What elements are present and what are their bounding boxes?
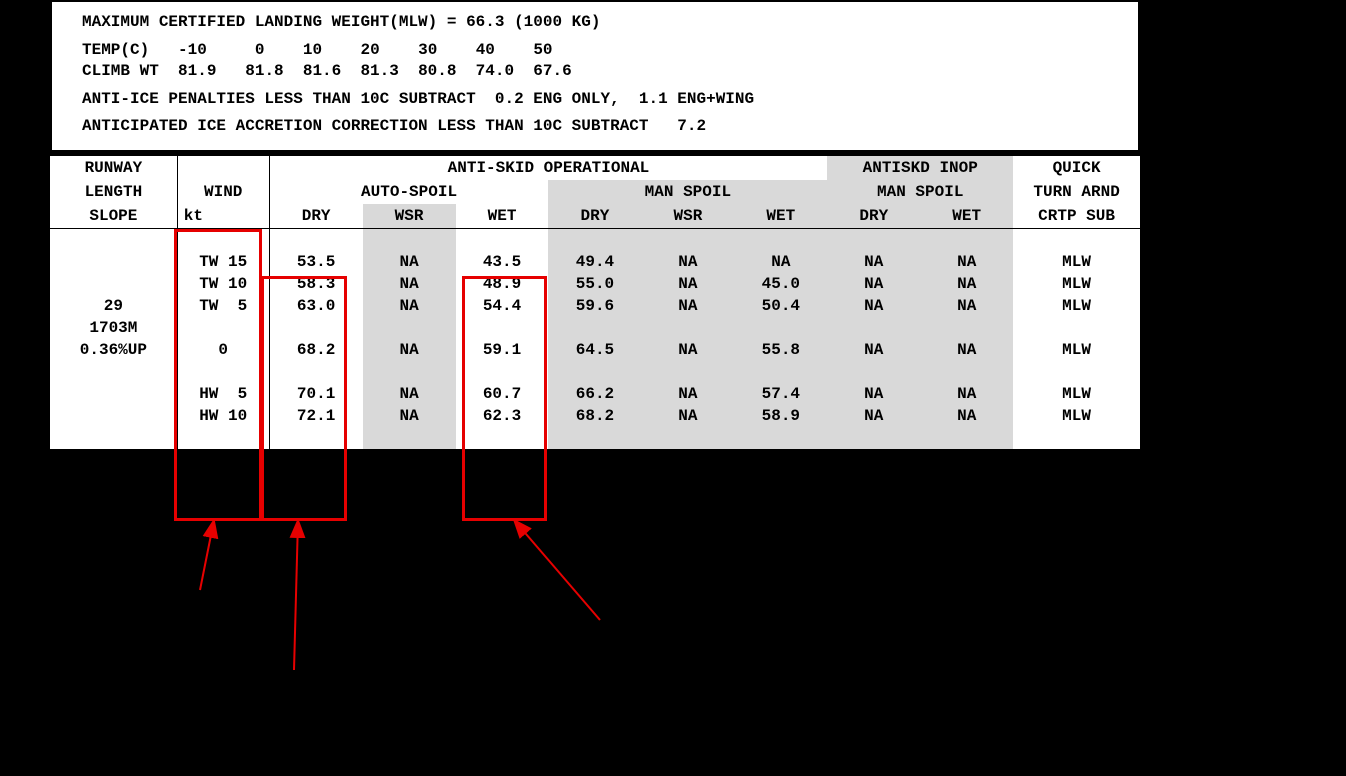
landing-performance-sheet: MAXIMUM CERTIFIED LANDING WEIGHT(MLW) = … (50, 0, 1140, 453)
wind-cell: TW 15 (177, 251, 269, 273)
mlw-line: MAXIMUM CERTIFIED LANDING WEIGHT(MLW) = … (82, 12, 1108, 34)
anti-ice-line: ANTI-ICE PENALTIES LESS THAN 10C SUBTRAC… (82, 89, 1108, 111)
hdr-auto-dry: DRY (269, 204, 362, 229)
hdr-man-spoil-inop: MAN SPOIL (827, 180, 1013, 204)
climb-row: CLIMB WT 81.9 81.8 81.6 81.3 80.8 74.0 6… (82, 61, 1108, 83)
hdr-man-dry: DRY (548, 204, 641, 229)
arrow-to-dry (294, 520, 298, 670)
table-row: 0.36%UP 0 68.2 NA 59.1 64.5 NA 55.8 NA N… (50, 339, 1140, 361)
hdr-length: LENGTH (50, 180, 177, 204)
hdr-slope: SLOPE (50, 204, 177, 229)
landing-table: RUNWAY ANTI-SKID OPERATIONAL ANTISKD INO… (50, 152, 1140, 453)
table-row: 29 TW 5 63.0 NA 54.4 59.6 NA 50.4 NA NA … (50, 295, 1140, 317)
hdr-antiskid-op: ANTI-SKID OPERATIONAL (269, 154, 827, 180)
hdr-quick: QUICK (1013, 154, 1140, 180)
hdr-auto-wsr: WSR (363, 204, 456, 229)
hdr-auto-wet: WET (456, 204, 549, 229)
arrow-to-wind (200, 520, 214, 590)
hdr-kt: kt (177, 204, 269, 229)
hdr-antiskid-inop: ANTISKD INOP (827, 154, 1013, 180)
runway-length: 1703M (50, 317, 177, 339)
hdr-crtp-sub: CRTP SUB (1013, 204, 1140, 229)
table-row: TW 15 53.5 NA 43.5 49.4 NA NA NA NA MLW (50, 251, 1140, 273)
ice-accretion-line: ANTICIPATED ICE ACCRETION CORRECTION LES… (82, 116, 1108, 138)
hdr-inop-dry: DRY (827, 204, 920, 229)
temp-values: -10 0 10 20 30 40 50 (149, 41, 552, 59)
table-header-row-2: LENGTH WIND AUTO-SPOIL MAN SPOIL MAN SPO… (50, 180, 1140, 204)
runway-number: 29 (50, 295, 177, 317)
hdr-inop-wet: WET (920, 204, 1013, 229)
runway-slope: 0.36%UP (50, 339, 177, 383)
header-box: MAXIMUM CERTIFIED LANDING WEIGHT(MLW) = … (50, 0, 1140, 152)
arrow-to-wet (514, 520, 600, 620)
table-row: HW 10 72.1 NA 62.3 68.2 NA 58.9 NA NA ML… (50, 405, 1140, 427)
temp-row: TEMP(C) -10 0 10 20 30 40 50 (82, 40, 1108, 62)
hdr-wind: WIND (177, 180, 269, 204)
hdr-runway: RUNWAY (50, 154, 177, 180)
hdr-man-wsr: WSR (641, 204, 734, 229)
table-row: TW 10 58.3 NA 48.9 55.0 NA 45.0 NA NA ML… (50, 273, 1140, 295)
temp-label: TEMP(C) (82, 41, 149, 59)
table-row: HW 5 70.1 NA 60.7 66.2 NA 57.4 NA NA MLW (50, 383, 1140, 405)
climb-values: 81.9 81.8 81.6 81.3 80.8 74.0 67.6 (159, 62, 572, 80)
table-header-row-3: SLOPE kt DRY WSR WET DRY WSR WET DRY WET… (50, 204, 1140, 229)
hdr-man-spoil: MAN SPOIL (548, 180, 827, 204)
climb-label: CLIMB WT (82, 62, 159, 80)
hdr-auto-spoil: AUTO-SPOIL (269, 180, 548, 204)
hdr-man-wet: WET (734, 204, 827, 229)
hdr-turn-arnd: TURN ARND (1013, 180, 1140, 204)
table-header-row-1: RUNWAY ANTI-SKID OPERATIONAL ANTISKD INO… (50, 154, 1140, 180)
